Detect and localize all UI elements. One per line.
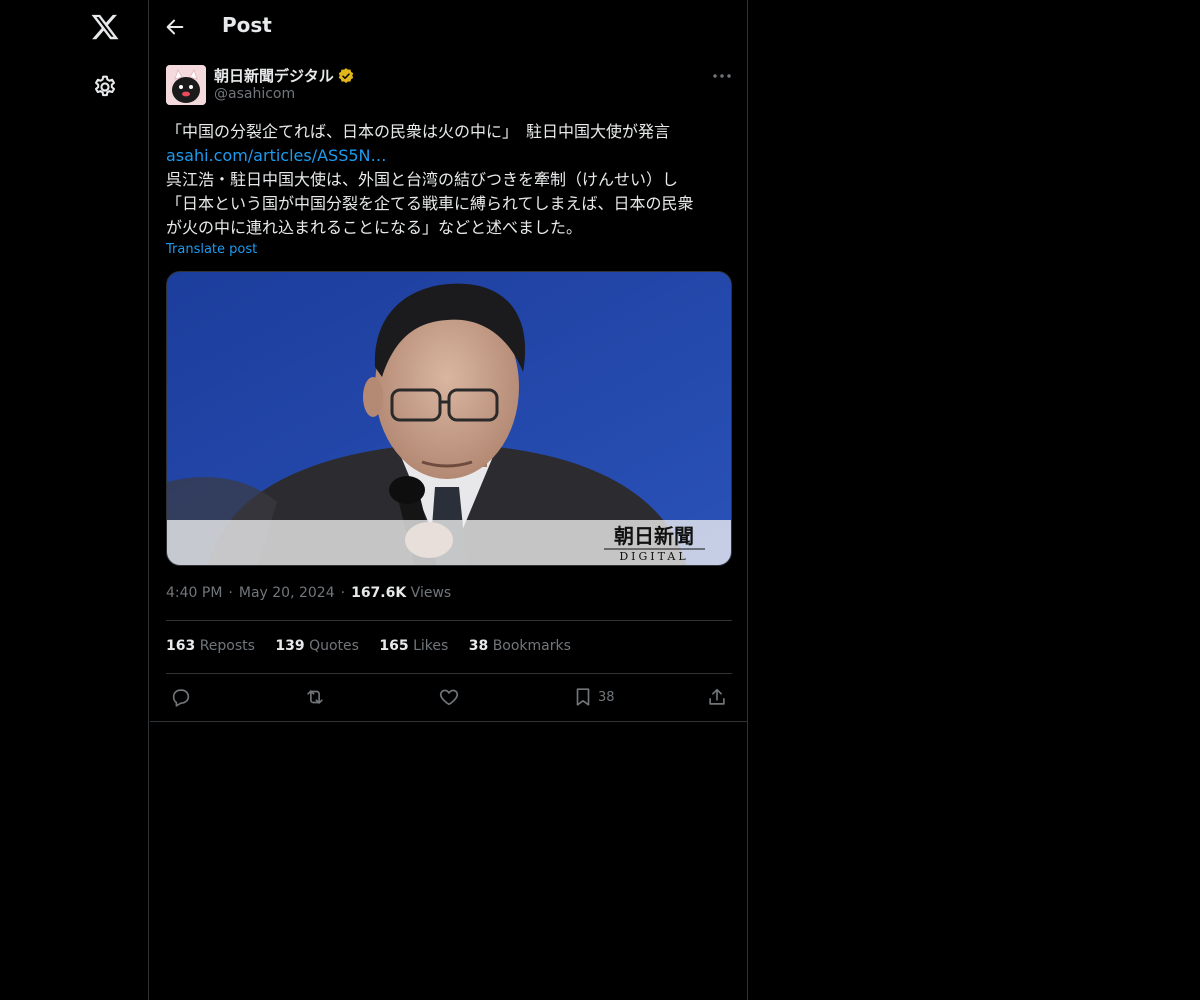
divider <box>150 721 748 722</box>
post-text-line: 「日本という国が中国分裂を企てる戦車に縛られてしまえば、日本の民衆 <box>166 194 694 213</box>
post-text: 「中国の分裂企てれば、日本の民衆は火の中に」 駐日中国大使が発言 asahi.c… <box>166 120 732 240</box>
x-logo-icon[interactable] <box>90 12 120 42</box>
like-icon <box>439 689 459 706</box>
share-icon <box>709 688 725 705</box>
divider <box>166 620 732 621</box>
bookmark-icon <box>576 688 590 706</box>
post-meta: 4:40 PM · May 20, 2024 · 167.6K Views <box>166 585 452 601</box>
quotes-stat[interactable]: 139 Quotes <box>275 638 359 654</box>
post-media-image[interactable]: 朝日新聞 DIGITAL <box>166 271 732 566</box>
more-options-icon[interactable] <box>710 66 734 86</box>
media-watermark-title: 朝日新聞 <box>614 524 694 548</box>
avatar[interactable] <box>166 65 206 105</box>
repost-icon <box>307 690 323 704</box>
post-header: Post <box>150 0 748 53</box>
like-button[interactable] <box>438 686 460 708</box>
divider <box>166 673 732 674</box>
gear-icon[interactable] <box>92 74 118 100</box>
post-time[interactable]: 4:40 PM <box>166 585 222 601</box>
verified-badge-icon <box>338 68 354 83</box>
post-text-line: が火の中に連れ込まれることになる」などと述べました。 <box>166 218 583 237</box>
repost-button[interactable] <box>304 686 326 708</box>
post-text-line: 呉江浩・駐日中国大使は、外国と台湾の結びつきを牽制（けんせい）し <box>166 170 679 189</box>
engagement-stats: 163 Reposts 139 Quotes 165 Likes 38 Book… <box>166 638 587 654</box>
media-watermark-subtitle: DIGITAL <box>619 550 688 563</box>
post-detail-column: Post 朝日新聞デジタル @asahicom 「中国の分裂企てれば、日本の民衆… <box>150 0 748 1000</box>
views-label: Views <box>410 585 452 601</box>
likes-stat[interactable]: 165 Likes <box>379 638 448 654</box>
views-count: 167.6K <box>351 585 407 601</box>
post-text-line: 「中国の分裂企てれば、日本の民衆は火の中に」 駐日中国大使が発言 <box>166 122 671 141</box>
back-arrow-icon[interactable] <box>164 16 186 38</box>
article-link[interactable]: asahi.com/articles/ASS5N… <box>166 146 387 165</box>
reposts-stat[interactable]: 163 Reposts <box>166 638 255 654</box>
post-date[interactable]: May 20, 2024 <box>239 585 335 601</box>
avatar-image <box>166 65 206 105</box>
page-title: Post <box>222 13 272 37</box>
bookmarks-stat[interactable]: 38 Bookmarks <box>469 638 571 654</box>
author-name[interactable]: 朝日新聞デジタル <box>214 65 334 86</box>
left-rail <box>0 0 149 1000</box>
bookmark-count: 38 <box>598 689 615 705</box>
share-button[interactable] <box>706 686 728 708</box>
bookmark-button[interactable]: 38 <box>572 686 615 708</box>
reply-icon <box>172 689 190 707</box>
author-handle[interactable]: @asahicom <box>214 86 295 102</box>
reply-button[interactable] <box>170 686 192 708</box>
action-bar: 38 <box>150 684 748 714</box>
translate-post-link[interactable]: Translate post <box>166 242 257 257</box>
